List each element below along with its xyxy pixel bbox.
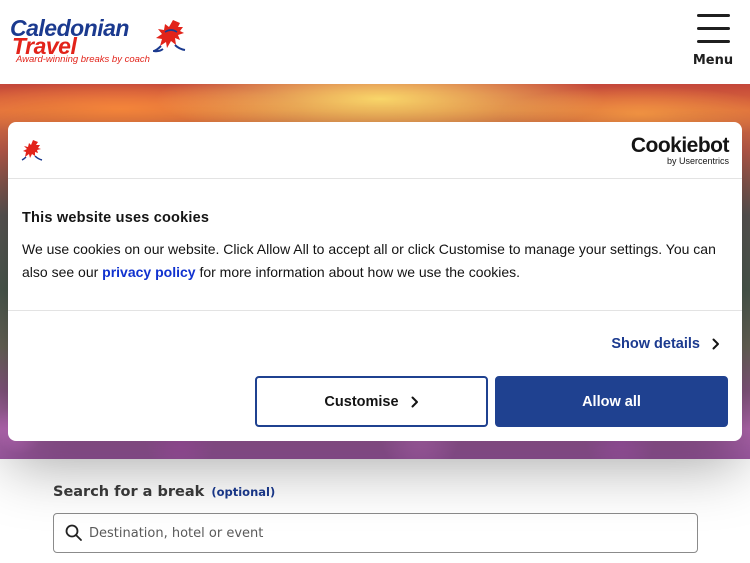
search-field[interactable] [53, 513, 698, 553]
site-header: Caledonian Travel Award-winning breaks b… [0, 0, 750, 84]
show-details-link[interactable]: Show details [611, 334, 720, 354]
customise-button-label: Customise [324, 393, 399, 410]
menu-button[interactable]: Menu [690, 12, 736, 72]
allow-all-button-label: Allow all [582, 393, 641, 410]
logo-tagline: Award-winning breaks by coach [16, 54, 150, 65]
cookie-dialog-header: Cookiebot by Usercentrics [8, 122, 742, 179]
menu-label: Menu [692, 53, 734, 68]
cookie-dialog-title: This website uses cookies [22, 210, 210, 226]
privacy-policy-link[interactable]: privacy policy [102, 264, 195, 280]
site-logo[interactable]: Caledonian Travel Award-winning breaks b… [10, 16, 190, 68]
show-details-label: Show details [611, 336, 700, 352]
search-label: Search for a break (optional) [53, 484, 276, 500]
allow-all-button[interactable]: Allow all [495, 376, 728, 427]
lion-rampant-icon [21, 140, 43, 161]
lion-rampant-icon [153, 20, 186, 53]
chevron-right-icon [411, 396, 418, 407]
search-section: Search for a break (optional) [0, 459, 750, 563]
optional-hint: (optional) [211, 485, 276, 499]
search-input[interactable] [89, 515, 689, 551]
search-icon [65, 524, 82, 541]
cookiebot-wordmark: Cookiebot [630, 134, 730, 157]
cookie-consent-dialog: Cookiebot by Usercentrics This website u… [8, 122, 742, 441]
cookiebot-logo: Cookiebot by Usercentrics [629, 134, 730, 167]
hamburger-icon [697, 14, 730, 44]
cookie-dialog-description: We use cookies on our website. Click All… [22, 241, 716, 280]
chevron-right-icon [712, 338, 719, 350]
divider [8, 310, 742, 311]
cookiebot-byline: by Usercentrics [666, 156, 729, 166]
customise-button[interactable]: Customise [255, 376, 488, 427]
